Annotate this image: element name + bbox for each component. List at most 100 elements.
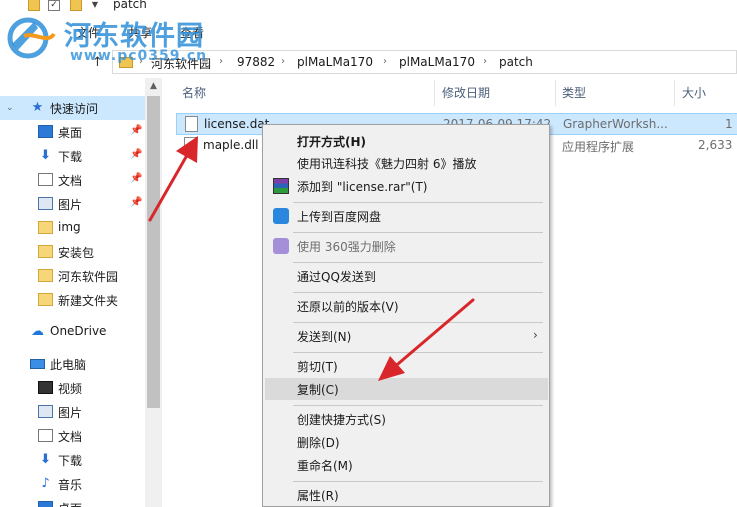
- menu-item-send-via-qq[interactable]: 通过QQ发送到: [265, 265, 548, 287]
- pin-icon[interactable]: 📌: [130, 149, 142, 160]
- breadcrumb-item[interactable]: patch: [499, 55, 533, 69]
- document-icon: [38, 173, 53, 186]
- nav-label: 此电脑: [50, 358, 87, 372]
- breadcrumb-item[interactable]: plMaLMa170: [399, 55, 475, 69]
- nav-label: 安装包: [58, 246, 95, 260]
- menu-item-open-with[interactable]: 打开方式(H): [265, 130, 548, 152]
- chevron-down-icon[interactable]: ⌄: [6, 103, 14, 113]
- menu-label: 剪切(T): [297, 360, 338, 374]
- desktop-icon: [38, 501, 53, 507]
- download-icon: ⬇: [40, 148, 51, 163]
- column-header-name[interactable]: 名称: [182, 84, 206, 101]
- nav-label: 文档: [58, 430, 83, 444]
- folder-icon: [38, 245, 53, 258]
- menu-label: 通过QQ发送到: [297, 270, 376, 284]
- menu-item-send-to[interactable]: 发送到(N) ›: [265, 325, 548, 347]
- breadcrumb-item[interactable]: plMaLMa170: [297, 55, 373, 69]
- nav-label: 图片: [58, 406, 83, 420]
- menu-item-delete[interactable]: 删除(D): [265, 431, 548, 453]
- nav-pictures[interactable]: 图片 📌: [0, 192, 145, 216]
- menu-separator: [293, 232, 543, 233]
- menu-separator: [293, 322, 543, 323]
- nav-label: 视频: [58, 382, 83, 396]
- pin-icon[interactable]: 📌: [130, 125, 142, 136]
- menu-label: 使用 360强力删除: [297, 240, 396, 254]
- folder-icon: [38, 221, 53, 234]
- window-title: patch: [113, 0, 147, 11]
- scroll-up-icon[interactable]: ▲: [145, 78, 162, 95]
- menu-item-rename[interactable]: 重命名(M): [265, 454, 548, 476]
- column-header-size[interactable]: 大小: [682, 84, 706, 101]
- column-divider[interactable]: [555, 80, 556, 106]
- file-name: license.dat: [204, 117, 270, 131]
- menu-item-copy[interactable]: 复制(C): [265, 378, 548, 400]
- column-header-modified[interactable]: 修改日期: [442, 84, 490, 101]
- column-divider[interactable]: [674, 80, 675, 106]
- folder-icon: [28, 0, 40, 11]
- chevron-right-icon[interactable]: ›: [383, 56, 387, 67]
- nav-music[interactable]: ♪ 音乐: [0, 472, 145, 496]
- menu-item-properties[interactable]: 属性(R): [265, 484, 548, 506]
- menu-separator: [293, 352, 543, 353]
- nav-downloads-pc[interactable]: ⬇ 下载: [0, 448, 145, 472]
- nav-label: 文档: [58, 174, 83, 188]
- menu-item-create-shortcut[interactable]: 创建快捷方式(S): [265, 408, 548, 430]
- chevron-down-icon[interactable]: ▼: [90, 0, 100, 11]
- title-bar: ✓ ▼ patch: [0, 0, 737, 14]
- file-icon: [185, 116, 198, 132]
- nav-this-pc[interactable]: 此电脑: [0, 352, 145, 376]
- nav-pictures-pc[interactable]: 图片: [0, 400, 145, 424]
- nav-quick-access[interactable]: ⌄ ★ 快速访问: [0, 96, 145, 120]
- navigation-pane: ⌄ ★ 快速访问 桌面 📌 ⬇ 下载 📌 文档 📌 图片 📌 img 安装包 河…: [0, 76, 162, 507]
- scroll-thumb[interactable]: [147, 96, 160, 408]
- menu-separator: [293, 405, 543, 406]
- menu-item-cut[interactable]: 剪切(T): [265, 355, 548, 377]
- download-icon: ⬇: [40, 452, 51, 467]
- nav-onedrive[interactable]: ☁ OneDrive: [0, 320, 145, 344]
- column-divider[interactable]: [434, 80, 435, 106]
- properties-check-icon[interactable]: ✓: [48, 0, 60, 11]
- chevron-right-icon[interactable]: ›: [281, 56, 285, 67]
- nav-folder-installers[interactable]: 安装包: [0, 240, 145, 264]
- column-header-type[interactable]: 类型: [562, 84, 586, 101]
- menu-label: 重命名(M): [297, 459, 353, 473]
- menu-label: 发送到(N): [297, 330, 352, 344]
- new-folder-icon[interactable]: [70, 0, 82, 11]
- chevron-right-icon[interactable]: ›: [483, 56, 487, 67]
- pin-icon[interactable]: 📌: [130, 197, 142, 208]
- breadcrumb-item[interactable]: 97882: [237, 55, 275, 69]
- nav-label: 下载: [58, 150, 83, 164]
- watermark-url: www.pc0359.cn: [70, 48, 208, 64]
- nav-desktop[interactable]: 桌面 📌: [0, 120, 145, 144]
- nav-folder-new[interactable]: 新建文件夹: [0, 288, 145, 312]
- menu-label: 打开方式(H): [297, 135, 367, 149]
- nav-documents-pc[interactable]: 文档: [0, 424, 145, 448]
- nav-folder-hedong[interactable]: 河东软件园: [0, 264, 145, 288]
- menu-item-play-with-cyberlink[interactable]: 使用讯连科技《魅力四射 6》播放: [265, 152, 548, 174]
- menu-label: 还原以前的版本(V): [297, 300, 399, 314]
- picture-icon: [38, 197, 53, 210]
- menu-label: 上传到百度网盘: [297, 210, 382, 224]
- menu-label: 属性(R): [297, 489, 339, 503]
- nav-folder-img[interactable]: img: [0, 216, 145, 240]
- nav-label: 河东软件园: [58, 270, 119, 284]
- nav-videos[interactable]: 视频: [0, 376, 145, 400]
- file-type: GrapherWorksh...: [563, 117, 668, 131]
- chevron-right-icon: ›: [533, 328, 538, 342]
- chevron-right-icon[interactable]: ›: [219, 56, 223, 67]
- menu-item-restore-previous[interactable]: 还原以前的版本(V): [265, 295, 548, 317]
- menu-separator: [293, 481, 543, 482]
- desktop-icon: [38, 125, 53, 138]
- menu-item-upload-baidu[interactable]: 上传到百度网盘: [265, 205, 548, 227]
- star-icon: ★: [31, 100, 44, 115]
- nav-scrollbar[interactable]: ▲: [145, 78, 162, 507]
- picture-icon: [38, 405, 53, 418]
- menu-item-360-force-delete[interactable]: 使用 360强力删除: [265, 235, 548, 257]
- menu-item-add-to-rar[interactable]: 添加到 "license.rar"(T): [265, 175, 548, 197]
- menu-separator: [293, 262, 543, 263]
- nav-desktop-pc[interactable]: 桌面: [0, 496, 145, 507]
- pin-icon[interactable]: 📌: [130, 173, 142, 184]
- nav-downloads[interactable]: ⬇ 下载 📌: [0, 144, 145, 168]
- cloud-icon: ☁: [31, 324, 44, 339]
- nav-documents[interactable]: 文档 📌: [0, 168, 145, 192]
